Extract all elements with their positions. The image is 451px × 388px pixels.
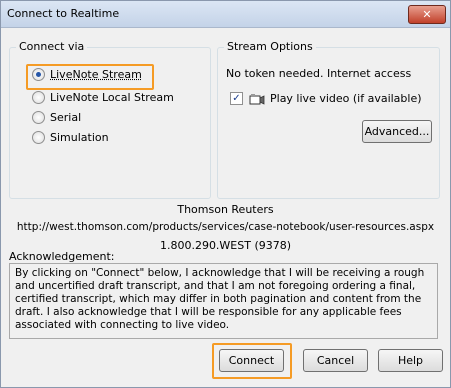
radio-label: LiveNote Local Stream — [50, 91, 174, 104]
radio-button-icon[interactable] — [32, 111, 45, 124]
close-icon: ✕ — [422, 8, 432, 21]
resource-url: http://west.thomson.com/products/service… — [16, 221, 435, 233]
connect-to-realtime-dialog: Connect to Realtime ✕ Connect via LiveNo… — [0, 0, 451, 388]
radio-label: Serial — [50, 111, 82, 124]
stream-status-text: No token needed. Internet access — [226, 67, 412, 80]
stream-options-legend: Stream Options — [224, 40, 316, 53]
play-video-option[interactable]: ✓ Play live video (if available) — [230, 92, 422, 105]
radio-button-icon[interactable] — [32, 68, 45, 81]
advanced-button-label: Advanced... — [364, 125, 430, 138]
connect-button-label: Connect — [228, 354, 275, 367]
stream-options-group: Stream Options No token needed. Internet… — [217, 40, 440, 199]
radio-label: Simulation — [50, 131, 109, 144]
radio-serial[interactable]: Serial — [32, 111, 81, 124]
connect-via-group: Connect via LiveNote Stream LiveNote Loc… — [9, 40, 211, 199]
play-video-label: Play live video (if available) — [270, 92, 422, 105]
help-button-label: Help — [397, 354, 424, 367]
acknowledgement-text: By clicking on "Connect" below, I acknow… — [9, 263, 438, 339]
connect-button[interactable]: Connect — [219, 349, 284, 372]
cancel-button-label: Cancel — [316, 354, 355, 367]
advanced-button[interactable]: Advanced... — [362, 120, 432, 143]
video-camera-icon — [249, 93, 265, 105]
cancel-button[interactable]: Cancel — [303, 349, 368, 372]
radio-livenote-stream[interactable]: LiveNote Stream — [32, 68, 142, 81]
connect-via-legend: Connect via — [16, 40, 88, 53]
window-title: Connect to Realtime — [7, 7, 120, 20]
help-button[interactable]: Help — [378, 349, 443, 372]
acknowledgement-label: Acknowledgement: — [9, 250, 115, 263]
radio-label: LiveNote Stream — [50, 68, 142, 81]
radio-button-icon[interactable] — [32, 91, 45, 104]
radio-button-icon[interactable] — [32, 131, 45, 144]
company-name: Thomson Reuters — [177, 203, 274, 216]
close-button[interactable]: ✕ — [408, 5, 446, 24]
title-bar: Connect to Realtime ✕ — [1, 1, 450, 28]
radio-simulation[interactable]: Simulation — [32, 131, 109, 144]
radio-livenote-local-stream[interactable]: LiveNote Local Stream — [32, 91, 174, 104]
play-video-checkbox[interactable]: ✓ — [230, 92, 243, 105]
